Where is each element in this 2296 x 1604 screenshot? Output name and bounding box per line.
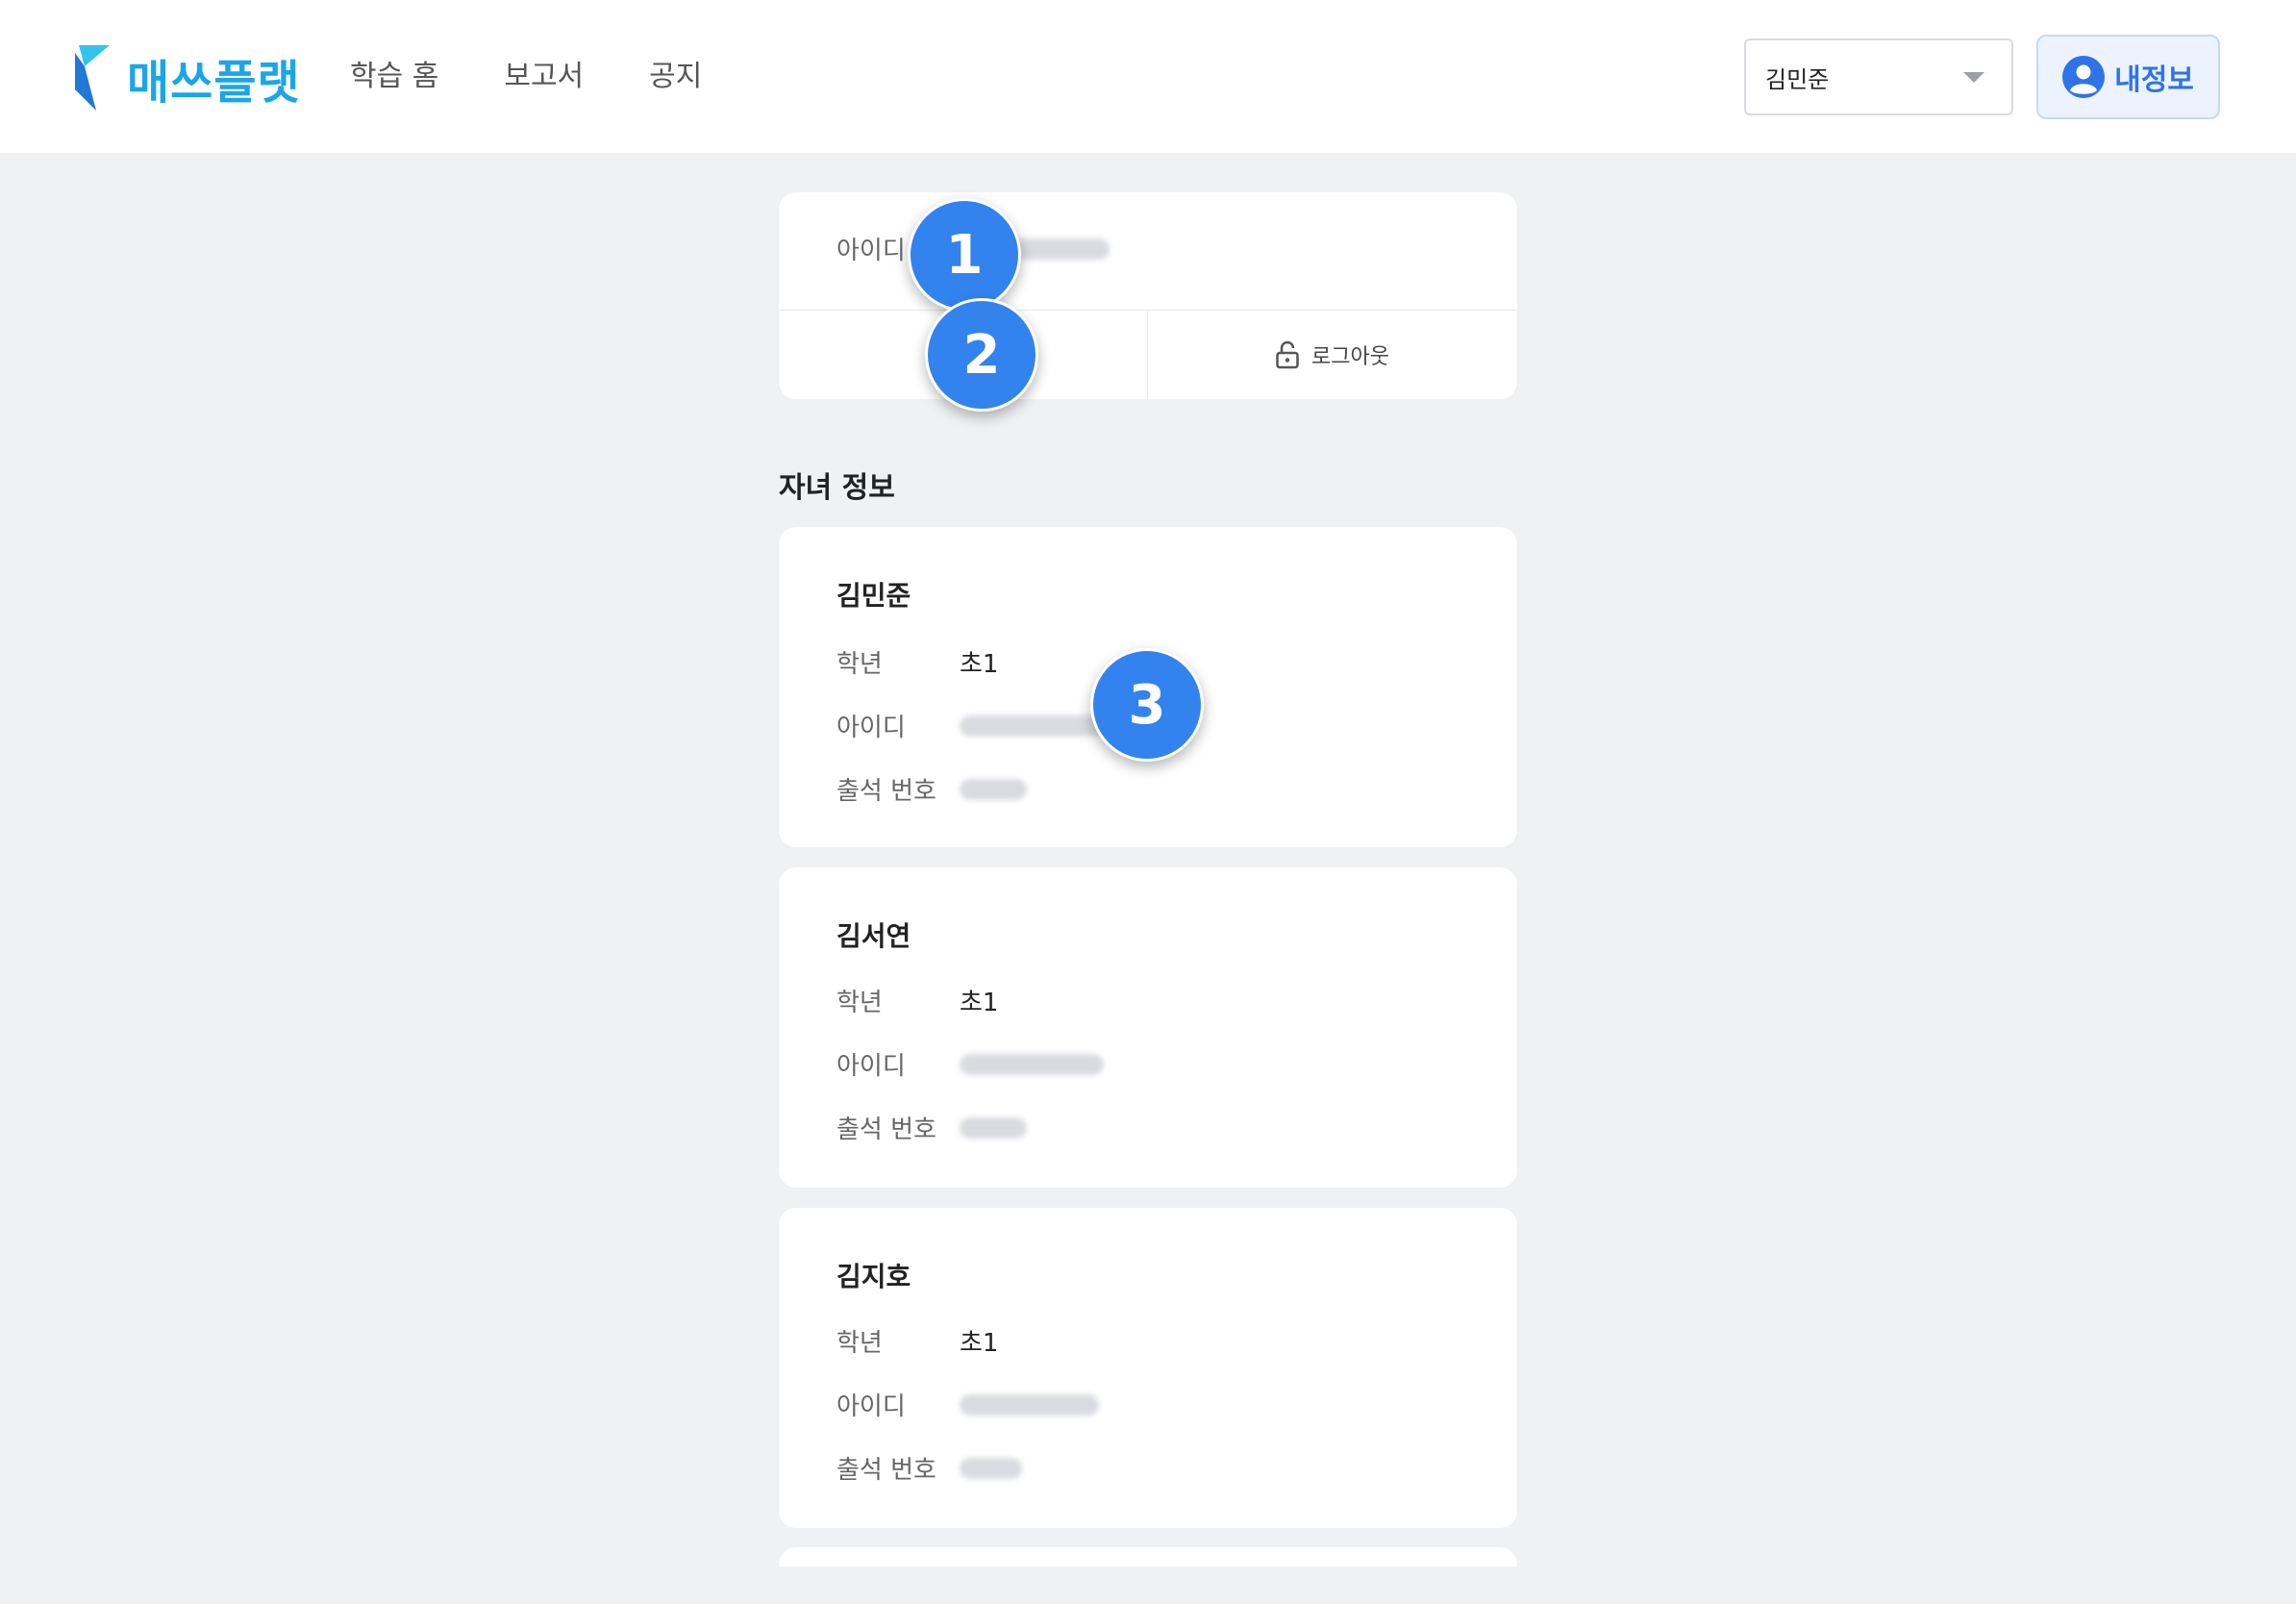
child-select[interactable]: 김민준 bbox=[1744, 38, 2013, 115]
child-name: 김지호 bbox=[836, 1261, 911, 1292]
step-marker-2: 2 bbox=[925, 298, 1038, 412]
child-card-partial bbox=[779, 1547, 1517, 1566]
id-value-blurred bbox=[960, 714, 1104, 737]
main-nav: 학습 홈 보고서 공지 bbox=[350, 52, 702, 94]
attendance-row: 출석 번호 bbox=[836, 771, 1027, 807]
step-marker-1: 1 bbox=[908, 198, 1021, 312]
logo-mark-icon bbox=[75, 45, 110, 111]
nav-item-home[interactable]: 학습 홈 bbox=[350, 52, 438, 94]
attendance-label: 출석 번호 bbox=[836, 1456, 936, 1485]
logo[interactable]: 매쓰플랫 bbox=[75, 44, 301, 112]
id-row: 아이디 bbox=[836, 1046, 1104, 1082]
grade-value: 초1 bbox=[960, 1329, 999, 1358]
myinfo-label: 내정보 bbox=[2114, 63, 2194, 97]
child-card: 김서연 학년 초1 아이디 출석 번호 bbox=[779, 867, 1517, 1188]
attendance-value-blurred bbox=[960, 1116, 1027, 1139]
lock-open-icon bbox=[1276, 340, 1299, 369]
logout-button[interactable]: 로그아웃 bbox=[1148, 311, 1516, 399]
id-row: 아이디 bbox=[836, 708, 1104, 743]
attendance-label: 출석 번호 bbox=[836, 777, 936, 806]
grade-label: 학년 bbox=[836, 650, 883, 679]
logout-label: 로그아웃 bbox=[1311, 345, 1389, 369]
child-select-value: 김민준 bbox=[1765, 65, 1830, 93]
grade-label: 학년 bbox=[836, 1329, 883, 1358]
attendance-value-blurred bbox=[960, 1457, 1022, 1479]
id-label: 아이디 bbox=[836, 1052, 906, 1081]
account-id-label: 아이디 bbox=[836, 237, 906, 265]
grade-value: 초1 bbox=[960, 989, 999, 1017]
myinfo-button[interactable]: 내정보 bbox=[2036, 35, 2220, 119]
id-value-blurred bbox=[960, 1053, 1104, 1075]
child-name: 김서연 bbox=[836, 920, 911, 952]
child-card: 김지호 학년 초1 아이디 출석 번호 bbox=[779, 1208, 1517, 1528]
id-row: 아이디 bbox=[836, 1387, 1099, 1422]
attendance-value-blurred bbox=[960, 778, 1027, 800]
attendance-row: 출석 번호 bbox=[836, 1110, 1027, 1145]
nav-item-reports[interactable]: 보고서 bbox=[504, 52, 584, 94]
grade-row: 학년 초1 bbox=[836, 644, 998, 680]
id-label: 아이디 bbox=[836, 714, 906, 742]
child-name: 김민준 bbox=[836, 580, 911, 612]
user-circle-icon bbox=[2062, 56, 2106, 98]
grade-row: 학년 초1 bbox=[836, 983, 998, 1018]
logo-text: 매쓰플랫 bbox=[127, 56, 301, 110]
top-header: 매쓰플랫 학습 홈 보고서 공지 김민준 내정보 bbox=[0, 0, 2296, 153]
caret-down-icon bbox=[1963, 71, 1984, 83]
grade-row: 학년 초1 bbox=[836, 1323, 998, 1359]
nav-item-notice[interactable]: 공지 bbox=[649, 52, 702, 94]
children-section-title: 자녀 정보 bbox=[779, 471, 895, 505]
id-label: 아이디 bbox=[836, 1392, 906, 1421]
step-marker-3: 3 bbox=[1090, 648, 1204, 762]
attendance-row: 출석 번호 bbox=[836, 1450, 1022, 1486]
attendance-label: 출석 번호 bbox=[836, 1115, 936, 1144]
grade-label: 학년 bbox=[836, 989, 883, 1017]
grade-value: 초1 bbox=[960, 650, 999, 679]
id-value-blurred bbox=[960, 1393, 1099, 1416]
account-card: 아이디 로그아웃 bbox=[779, 192, 1517, 399]
